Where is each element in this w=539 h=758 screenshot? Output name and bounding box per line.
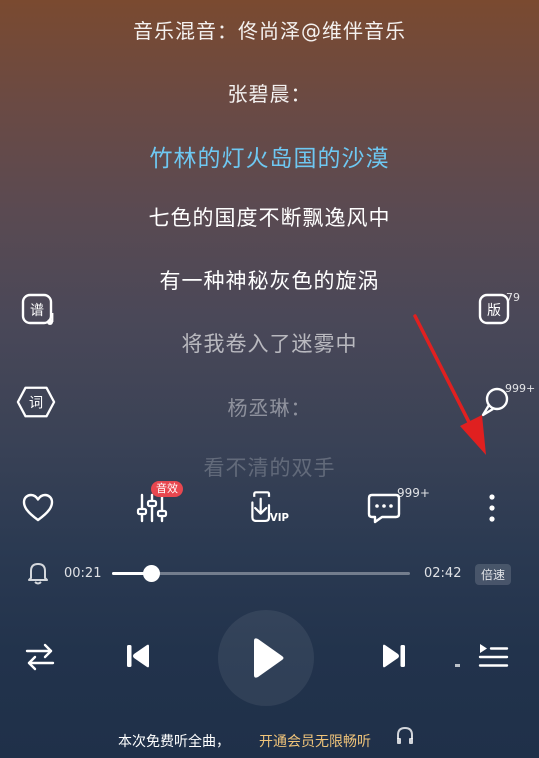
favorite-button[interactable]: [14, 484, 62, 532]
playback-speed-button[interactable]: 倍速: [475, 564, 512, 585]
download-vip-icon: VIP: [251, 491, 290, 524]
elapsed-time: 00:21: [64, 566, 102, 581]
free-listen-text: 本次免费听全曲，: [118, 734, 230, 750]
playlist-button[interactable]: [472, 636, 514, 676]
small-dot: [455, 664, 460, 667]
more-options-button[interactable]: [468, 484, 516, 532]
total-time: 02:42: [424, 566, 462, 581]
previous-button[interactable]: [118, 636, 158, 676]
play-button[interactable]: [218, 610, 314, 706]
repeat-icon: [25, 643, 55, 671]
progress-track[interactable]: [112, 565, 410, 582]
svg-text:VIP: VIP: [270, 513, 290, 524]
progress-handle[interactable]: [142, 565, 160, 582]
bell-icon: [28, 563, 48, 585]
download-vip-button[interactable]: VIP: [245, 484, 293, 532]
play-mode-button[interactable]: [20, 638, 60, 676]
headphone-icon: [395, 725, 415, 747]
sound-effect-badge: 音效: [151, 481, 183, 497]
play-icon: [254, 638, 284, 678]
next-button[interactable]: [374, 636, 414, 676]
playlist-icon: [478, 644, 509, 667]
open-vip-link[interactable]: 开通会员无限畅听: [259, 731, 371, 751]
next-icon: [383, 644, 405, 668]
comments-count: 999+: [397, 486, 430, 500]
more-vertical-icon: [489, 494, 495, 522]
previous-icon: [127, 644, 149, 668]
heart-icon: [22, 493, 54, 522]
sleep-timer-button[interactable]: [26, 560, 50, 586]
